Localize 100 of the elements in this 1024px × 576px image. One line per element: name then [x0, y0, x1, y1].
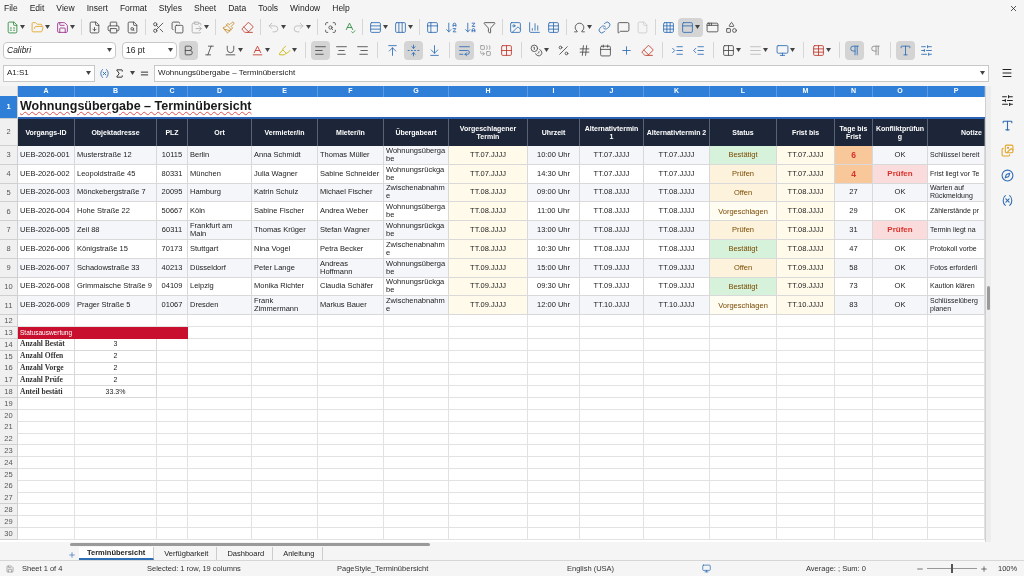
- empty-cell[interactable]: [528, 409, 580, 422]
- empty-cell[interactable]: [835, 456, 873, 469]
- empty-cell[interactable]: [384, 456, 449, 469]
- empty-cell[interactable]: [384, 385, 449, 399]
- empty-cell[interactable]: [710, 456, 777, 469]
- empty-cell[interactable]: [528, 515, 580, 528]
- empty-cell[interactable]: [528, 362, 580, 375]
- empty-cell[interactable]: [644, 409, 710, 422]
- empty-cell[interactable]: [449, 338, 528, 351]
- empty-cell[interactable]: [157, 444, 188, 458]
- empty-cell[interactable]: [252, 315, 318, 328]
- empty-cell[interactable]: [318, 350, 384, 363]
- empty-cell[interactable]: [384, 444, 449, 458]
- empty-cell[interactable]: [449, 527, 528, 540]
- empty-cell[interactable]: [777, 409, 835, 422]
- empty-cell[interactable]: [318, 456, 384, 469]
- freeze-panes-button[interactable]: [678, 17, 703, 37]
- empty-cell[interactable]: [580, 456, 644, 469]
- empty-cell[interactable]: [449, 397, 528, 410]
- menu-item[interactable]: Insert: [86, 1, 108, 15]
- empty-cell[interactable]: [835, 433, 873, 446]
- empty-cell[interactable]: [318, 397, 384, 410]
- empty-cell[interactable]: [318, 362, 384, 375]
- empty-cell[interactable]: [157, 456, 188, 469]
- empty-cell[interactable]: [449, 515, 528, 528]
- empty-cell[interactable]: [252, 503, 318, 517]
- empty-cell[interactable]: [449, 456, 528, 469]
- empty-cell[interactable]: [644, 338, 710, 351]
- empty-cell[interactable]: [157, 527, 188, 540]
- empty-cell[interactable]: [318, 338, 384, 351]
- empty-cell[interactable]: [252, 515, 318, 528]
- empty-cell[interactable]: [835, 315, 873, 328]
- empty-cell[interactable]: [777, 362, 835, 375]
- empty-cell[interactable]: [835, 374, 873, 387]
- empty-cell[interactable]: [157, 515, 188, 528]
- empty-cell[interactable]: [449, 374, 528, 387]
- empty-cell[interactable]: [580, 362, 644, 375]
- menu-item[interactable]: Data: [228, 1, 247, 15]
- empty-cell[interactable]: [777, 503, 835, 517]
- empty-cell[interactable]: [75, 468, 157, 481]
- empty-cell[interactable]: [384, 362, 449, 375]
- empty-cell[interactable]: [580, 421, 644, 434]
- empty-cell[interactable]: [777, 397, 835, 410]
- empty-cell[interactable]: [75, 433, 157, 446]
- empty-cell[interactable]: [318, 315, 384, 328]
- empty-cell[interactable]: [528, 374, 580, 387]
- empty-cell[interactable]: [384, 409, 449, 422]
- align-left-button[interactable]: [311, 40, 330, 60]
- empty-cell[interactable]: [528, 385, 580, 399]
- font-name-field[interactable]: Calibri: [3, 41, 116, 59]
- empty-cell[interactable]: [873, 397, 928, 410]
- empty-cell[interactable]: [710, 397, 777, 410]
- empty-cell[interactable]: [580, 527, 644, 540]
- empty-cell[interactable]: [873, 492, 928, 505]
- empty-cell[interactable]: [777, 385, 835, 399]
- empty-cell[interactable]: [528, 480, 580, 493]
- view-layout-icon[interactable]: [702, 564, 711, 573]
- empty-cell[interactable]: [873, 527, 928, 540]
- empty-cell[interactable]: [580, 433, 644, 446]
- empty-cell[interactable]: [75, 397, 157, 410]
- empty-cell[interactable]: [449, 492, 528, 505]
- empty-cell[interactable]: [384, 433, 449, 446]
- zoom-slider[interactable]: [927, 564, 977, 573]
- empty-cell[interactable]: [188, 350, 252, 363]
- empty-cell[interactable]: [835, 397, 873, 410]
- empty-cell[interactable]: [157, 503, 188, 517]
- empty-cell[interactable]: [318, 527, 384, 540]
- empty-cell[interactable]: [318, 492, 384, 505]
- empty-cell[interactable]: [835, 338, 873, 351]
- empty-cell[interactable]: [318, 421, 384, 434]
- empty-cell[interactable]: [318, 444, 384, 458]
- empty-cell[interactable]: [252, 397, 318, 410]
- empty-cell[interactable]: [644, 315, 710, 328]
- empty-cell[interactable]: [75, 515, 157, 528]
- empty-cell[interactable]: [710, 338, 777, 351]
- empty-cell[interactable]: [384, 338, 449, 351]
- empty-cell[interactable]: [644, 362, 710, 375]
- empty-cell[interactable]: [835, 362, 873, 375]
- empty-cell[interactable]: [777, 374, 835, 387]
- empty-cell[interactable]: [188, 409, 252, 422]
- menu-item[interactable]: Tools: [258, 1, 278, 15]
- empty-cell[interactable]: [580, 315, 644, 328]
- empty-cell[interactable]: [252, 409, 318, 422]
- empty-cell[interactable]: [157, 374, 188, 387]
- empty-cell[interactable]: [710, 421, 777, 434]
- empty-cell[interactable]: [644, 326, 710, 340]
- menu-icon[interactable]: [1001, 67, 1013, 79]
- empty-cell[interactable]: [835, 480, 873, 493]
- empty-cell[interactable]: [157, 350, 188, 363]
- select-all-corner[interactable]: [0, 86, 18, 97]
- functions-icon[interactable]: [1001, 194, 1014, 207]
- gallery-icon[interactable]: [1001, 144, 1014, 157]
- empty-cell[interactable]: [449, 385, 528, 399]
- empty-cell[interactable]: [644, 480, 710, 493]
- empty-cell[interactable]: [318, 468, 384, 481]
- pilcrow-left-to-right-button[interactable]: [845, 40, 864, 60]
- empty-cell[interactable]: [75, 503, 157, 517]
- empty-cell[interactable]: [710, 315, 777, 328]
- vertical-text-button[interactable]: [896, 40, 915, 60]
- empty-cell[interactable]: [528, 444, 580, 458]
